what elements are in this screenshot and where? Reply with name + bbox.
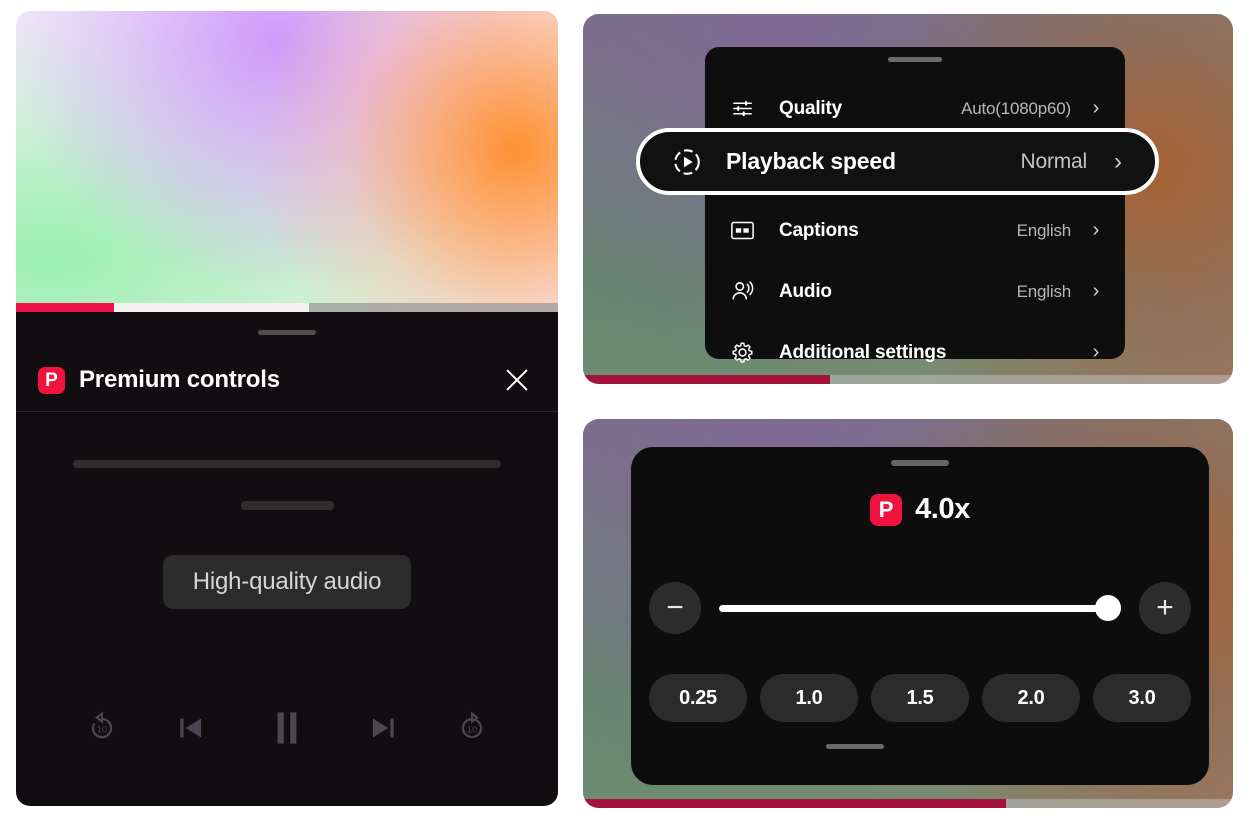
menu-item-label: Playback speed <box>726 148 896 174</box>
chevron-right-icon: › <box>1092 97 1100 119</box>
page-title: Premium controls <box>79 366 280 393</box>
close-icon[interactable] <box>500 363 534 397</box>
menu-item-label: Additional settings <box>779 341 947 363</box>
replay-10-icon: 10 <box>91 711 112 739</box>
transport-controls: 10 10 <box>16 704 558 752</box>
audio-person-icon <box>731 280 761 303</box>
speed-value-label: 4.0x <box>915 493 970 525</box>
next-track-button[interactable] <box>364 709 402 747</box>
pause-button[interactable] <box>263 704 311 752</box>
menu-item-captions[interactable]: Captions English › <box>705 200 1125 261</box>
settings-menu-card: Quality Auto(1080p60) › Captions English… <box>705 47 1125 363</box>
seek-remaining <box>830 375 1233 384</box>
seek-remaining <box>1005 799 1233 808</box>
previous-track-button[interactable] <box>172 709 210 747</box>
skeleton-bar-long <box>73 460 501 468</box>
menu-item-value: English <box>1016 220 1072 240</box>
svg-text:10: 10 <box>96 725 106 735</box>
next-track-icon <box>373 718 394 738</box>
seek-played <box>16 303 114 312</box>
playback-speed-card: P 4.0x − + 0.25 1.0 1.5 2.0 3.0 <box>631 447 1209 785</box>
speed-slider[interactable] <box>719 595 1121 621</box>
premium-controls-sheet: P Premium controls High-quality audio 10 <box>16 312 558 806</box>
seek-buffered <box>113 303 309 312</box>
slider-thumb[interactable] <box>1095 595 1121 621</box>
chevron-right-icon: › <box>1114 147 1122 175</box>
playback-speed-icon <box>672 147 704 177</box>
sheet-grab-handle[interactable] <box>891 460 949 466</box>
speed-preset-button[interactable]: 2.0 <box>982 674 1080 722</box>
chevron-right-icon: › <box>1092 341 1100 363</box>
seek-played <box>583 375 830 384</box>
sheet-grab-handle[interactable] <box>258 330 316 335</box>
previous-track-icon <box>180 718 201 738</box>
svg-text:10: 10 <box>467 725 477 735</box>
speed-preset-button[interactable]: 1.5 <box>871 674 969 722</box>
video-preview[interactable] <box>16 11 558 312</box>
sheet-header: P Premium controls <box>16 349 558 411</box>
forward-10-button[interactable]: 10 <box>455 711 489 745</box>
tune-icon <box>731 97 761 120</box>
speed-slider-row: − + <box>631 582 1209 634</box>
menu-item-value: English <box>1016 281 1072 301</box>
speed-preset-button[interactable]: 3.0 <box>1093 674 1191 722</box>
chevron-right-icon: › <box>1092 219 1100 241</box>
pause-icon <box>277 712 297 744</box>
minus-icon: − <box>666 591 684 624</box>
premium-controls-phone-panel: P Premium controls High-quality audio 10 <box>16 11 558 806</box>
video-seek-bar[interactable] <box>16 303 558 312</box>
menu-item-value: Normal <box>1020 149 1088 173</box>
speed-preset-row: 0.25 1.0 1.5 2.0 3.0 <box>631 674 1209 722</box>
speed-preset-button[interactable]: 1.0 <box>760 674 858 722</box>
menu-item-value: Auto(1080p60) <box>961 98 1071 118</box>
closed-captions-icon <box>731 221 761 240</box>
settings-menu-panel: Quality Auto(1080p60) › Captions English… <box>583 14 1233 384</box>
high-quality-audio-chip[interactable]: High-quality audio <box>162 555 412 609</box>
video-seek-bar[interactable] <box>583 799 1233 808</box>
forward-10-icon: 10 <box>462 711 483 739</box>
increase-speed-button[interactable]: + <box>1139 582 1191 634</box>
plus-icon: + <box>1156 591 1174 624</box>
gear-icon <box>731 341 761 364</box>
menu-item-audio[interactable]: Audio English › <box>705 261 1125 322</box>
menu-item-additional-settings[interactable]: Additional settings › <box>705 322 1125 383</box>
decrease-speed-button[interactable]: − <box>649 582 701 634</box>
premium-badge-icon: P <box>870 493 903 526</box>
menu-item-label: Captions <box>779 219 859 241</box>
seek-remaining <box>308 303 558 312</box>
current-speed-display: P 4.0x <box>631 493 1209 526</box>
screenshot-stage: P Premium controls High-quality audio 10 <box>0 0 1259 819</box>
menu-item-label: Quality <box>779 97 843 119</box>
skeleton-bar-short <box>240 501 334 510</box>
playback-speed-panel: P 4.0x − + 0.25 1.0 1.5 2.0 3.0 <box>583 419 1233 808</box>
seek-played <box>583 799 1006 808</box>
header-divider <box>16 411 558 412</box>
menu-item-playback-speed[interactable]: Playback speed Normal › <box>636 128 1159 195</box>
video-seek-bar[interactable] <box>583 375 1233 384</box>
slider-track <box>719 604 1121 612</box>
home-indicator <box>826 744 884 749</box>
menu-item-label: Audio <box>779 280 832 302</box>
chevron-right-icon: › <box>1092 280 1100 302</box>
settings-grab-handle[interactable] <box>888 57 942 62</box>
replay-10-button[interactable]: 10 <box>85 711 119 745</box>
premium-badge-icon: P <box>38 366 65 394</box>
speed-preset-button[interactable]: 0.25 <box>649 674 747 722</box>
